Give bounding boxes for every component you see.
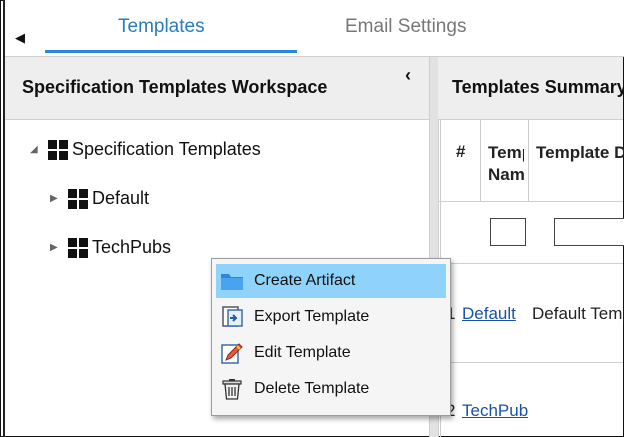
menu-item-label: Edit Template	[254, 344, 351, 361]
filter-divider	[438, 263, 623, 264]
active-tab-indicator	[45, 50, 297, 53]
menu-item-label: Export Template	[254, 308, 370, 325]
template-link-default[interactable]: Default	[462, 304, 528, 324]
row-description: Default Template	[532, 304, 624, 323]
tree-root-specification-templates[interactable]: ◢ Specification Templates	[30, 139, 261, 160]
menu-item-edit-template[interactable]: Edit Template	[216, 336, 446, 370]
menu-item-create-artifact[interactable]: Create Artifact	[216, 264, 446, 298]
menu-item-delete-template[interactable]: Delete Template	[216, 372, 446, 406]
tab-email-settings[interactable]: Email Settings	[345, 16, 466, 38]
collapse-panel-button[interactable]: ‹	[405, 65, 411, 86]
menu-item-label: Create Artifact	[254, 272, 356, 289]
folder-icon	[220, 269, 244, 293]
grid-icon	[68, 188, 88, 209]
tree-node-label: TechPubs	[92, 237, 172, 257]
column-header-number[interactable]: #	[456, 142, 465, 162]
column-header-name[interactable]: Template Name	[488, 142, 524, 186]
tree-node-label: Specification Templates	[72, 139, 261, 159]
table-divider	[480, 120, 481, 202]
tab-templates[interactable]: Templates	[118, 16, 205, 38]
collapsed-arrow-icon[interactable]: ▶	[50, 193, 68, 204]
header-divider	[438, 201, 623, 202]
summary-panel-title: Templates Summary	[452, 77, 624, 97]
collapsed-arrow-icon[interactable]: ▶	[50, 242, 68, 253]
grid-icon	[48, 139, 68, 160]
column-header-description[interactable]: Template Description	[536, 142, 624, 164]
trash-icon	[220, 377, 244, 401]
tab-strip: ◀ Templates Email Settings	[5, 0, 624, 57]
menu-item-export-template[interactable]: Export Template	[216, 300, 446, 334]
name-filter-input[interactable]	[490, 218, 526, 246]
templates-table: # Template Name Template Description 1 D…	[438, 120, 624, 437]
tree-node-default[interactable]: ▶ Default	[50, 188, 149, 209]
context-menu: Create Artifact Export Template Edit Tem…	[211, 258, 451, 416]
export-icon	[220, 305, 244, 329]
grid-icon	[68, 237, 88, 258]
tree-node-label: Default	[92, 188, 150, 208]
summary-panel-header: Templates Summary	[438, 57, 624, 120]
table-divider	[528, 120, 529, 202]
edit-icon	[220, 341, 244, 365]
menu-item-label: Delete Template	[254, 380, 370, 397]
tree-node-techpubs[interactable]: ▶ TechPubs	[50, 237, 171, 258]
description-filter-input[interactable]	[554, 218, 624, 246]
workspace-panel-header: Specification Templates Workspace ‹	[5, 57, 429, 120]
row-divider	[438, 362, 623, 363]
expanded-arrow-icon[interactable]: ◢	[30, 144, 48, 155]
workspace-panel-title: Specification Templates Workspace	[22, 77, 328, 97]
tab-scroll-left-icon[interactable]: ◀	[15, 30, 25, 46]
template-link-techpubs[interactable]: TechPubs	[462, 401, 528, 421]
